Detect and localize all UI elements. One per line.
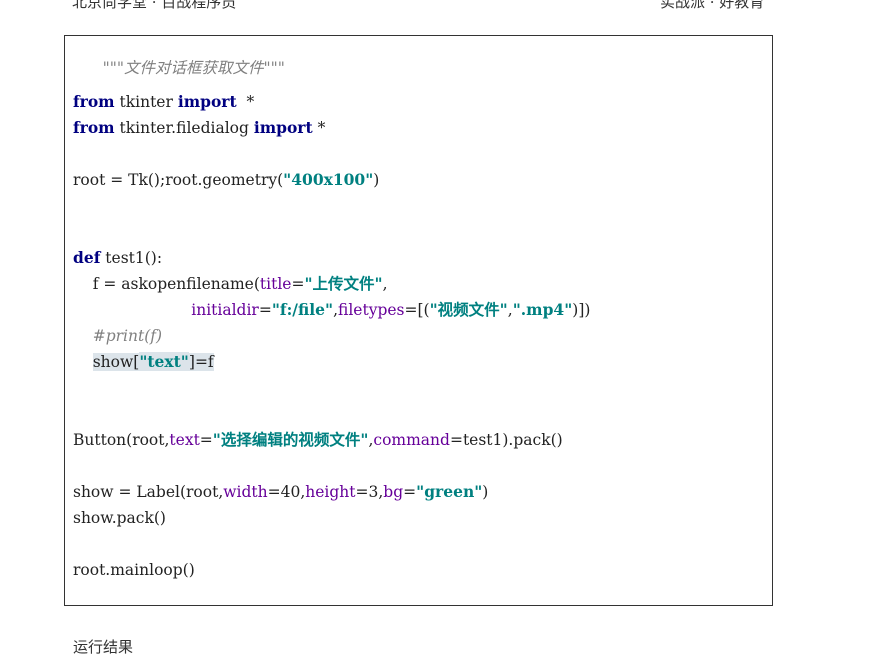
code-line-show-text: show["text"]=f: [73, 352, 214, 372]
function-signature: test1():: [100, 249, 163, 267]
code-text: )]): [572, 301, 591, 319]
keyword-def: def: [73, 248, 101, 267]
section-heading-result: 运行结果: [73, 638, 134, 656]
code-line-askopen: f = askopenfilename(title="上传文件",: [73, 274, 388, 294]
keyword-import: import: [177, 92, 237, 111]
param-name: initialdir: [191, 301, 259, 319]
string-literal: "400x100": [283, 170, 374, 189]
import-wildcard: *: [236, 93, 255, 111]
code-text: show.pack(): [73, 509, 166, 527]
code-content: """文件对话框获取文件""" from tkinter import * fr…: [73, 36, 590, 579]
code-line-mainloop: root.mainloop(): [73, 560, 195, 580]
string-literal: ".mp4": [512, 300, 573, 319]
code-text: =: [403, 483, 417, 501]
code-text: root.mainloop(): [73, 561, 195, 579]
string-literal: "text": [139, 352, 189, 371]
code-text: ,: [382, 275, 388, 293]
code-line-comment: #print(f): [73, 326, 162, 346]
code-line-def: def test1():: [73, 248, 162, 268]
code-text: =: [258, 301, 272, 319]
code-text: ): [373, 171, 380, 189]
string-literal: "上传文件": [304, 274, 383, 293]
param-name: command: [373, 431, 450, 449]
string-literal: "选择编辑的视频文件": [212, 430, 369, 449]
code-line-docstring: """文件对话框获取文件""": [73, 38, 285, 98]
code-comment: #print(f): [92, 327, 163, 345]
string-literal: "green": [416, 482, 483, 501]
code-line-import-filedialog: from tkinter.filedialog import *: [73, 118, 325, 138]
code-text: =: [199, 431, 213, 449]
param-name: filetypes: [338, 301, 405, 319]
code-text: =3,: [355, 483, 384, 501]
param-name: bg: [383, 483, 404, 501]
keyword-from: from: [73, 118, 115, 137]
page-header-right: 实战派 · 好教育: [660, 0, 765, 11]
docstring: """文件对话框获取文件""": [102, 59, 285, 77]
code-text: ): [482, 483, 489, 501]
param-name: width: [223, 483, 268, 501]
string-literal: "视频文件": [429, 300, 508, 319]
code-text: ]=f: [188, 353, 214, 371]
param-name: title: [259, 275, 292, 293]
code-text: show = Label(root,: [73, 483, 224, 501]
code-line-import-tkinter: from tkinter import *: [73, 92, 254, 112]
code-text: =40,: [267, 483, 306, 501]
string-literal: "f:/file": [271, 300, 334, 319]
code-text: f = askopenfilename(: [73, 275, 260, 293]
keyword-import: import: [253, 118, 313, 137]
code-block: """文件对话框获取文件""" from tkinter import * fr…: [64, 35, 773, 606]
import-wildcard: *: [312, 119, 326, 137]
code-text: =: [291, 275, 305, 293]
code-line-initialdir: initialdir="f:/file",filetypes=[("视频文件",…: [73, 300, 590, 320]
keyword-from: from: [73, 92, 115, 111]
code-line-label: show = Label(root,width=40,height=3,bg="…: [73, 482, 488, 502]
module-name: tkinter.filedialog: [114, 119, 254, 137]
code-text: show[: [92, 353, 140, 371]
module-name: tkinter: [114, 93, 178, 111]
code-text: root = Tk();root.geometry(: [73, 171, 284, 189]
page-header-left: 北京尚学堂 · 百战程序员: [72, 0, 237, 11]
param-name: text: [169, 431, 200, 449]
code-text: =[(: [404, 301, 430, 319]
code-line-root: root = Tk();root.geometry("400x100"): [73, 170, 379, 190]
code-text: Button(root,: [73, 431, 170, 449]
code-line-button: Button(root,text="选择编辑的视频文件",command=tes…: [73, 430, 563, 450]
param-name: height: [305, 483, 356, 501]
code-text: =test1).pack(): [449, 431, 563, 449]
code-line-show-pack: show.pack(): [73, 508, 166, 528]
